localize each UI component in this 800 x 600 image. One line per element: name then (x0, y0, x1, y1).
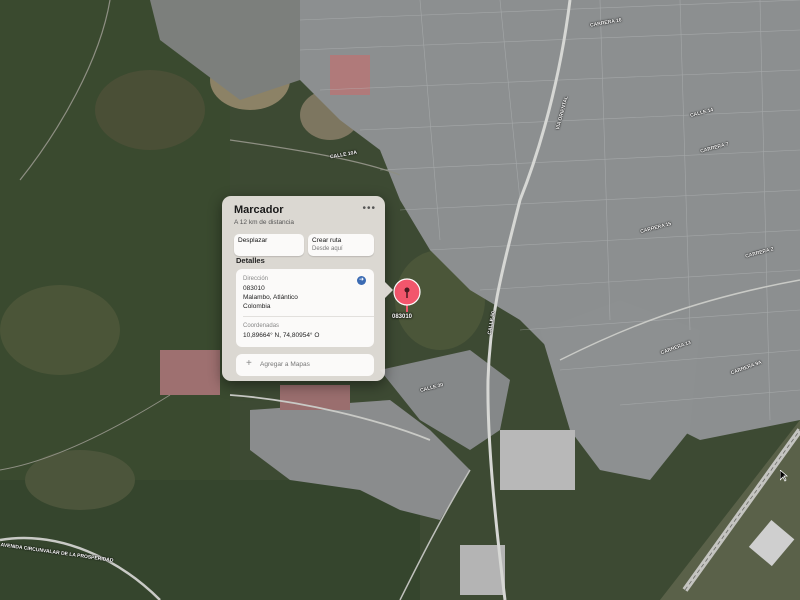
card-divider (243, 316, 374, 317)
popup-title: Marcador (234, 204, 284, 216)
mouse-cursor-icon (780, 470, 788, 482)
ellipsis-icon[interactable]: ••• (362, 203, 376, 214)
map-warehouse-block (500, 430, 575, 490)
create-route-sublabel: Desde aquí (312, 246, 343, 252)
map-urban-area (160, 350, 220, 395)
map-field (0, 285, 120, 375)
plus-icon: + (246, 358, 252, 369)
address-line-2: Malambo, Atlántico (243, 294, 298, 301)
directions-arrow-icon[interactable]: ➜ (357, 276, 366, 285)
add-to-maps-button[interactable]: + Agregar a Mapas (236, 354, 374, 376)
move-button[interactable]: Desplazar (234, 234, 304, 256)
create-route-button[interactable]: Crear ruta Desde aquí (308, 234, 374, 256)
map-field (95, 70, 205, 150)
create-route-label: Crear ruta (312, 237, 342, 244)
move-button-label: Desplazar (238, 237, 268, 244)
address-line-1: 083010 (243, 285, 265, 292)
coordinates-value: 10,89664° N, 74,80954° O (243, 332, 320, 339)
marker-popup: Marcador ••• A 12 km de distancia Despla… (222, 196, 393, 381)
details-heading: Detalles (236, 256, 265, 265)
address-label: Dirección (243, 276, 269, 282)
add-to-maps-label: Agregar a Mapas (260, 361, 310, 368)
pin-label: 083010 (392, 314, 413, 320)
details-card: Dirección ➜ 083010 Malambo, Atlántico Co… (236, 269, 374, 347)
coordinates-label: Coordenadas (243, 323, 280, 329)
address-line-3: Colombia (243, 303, 271, 310)
popup-distance: A 12 km de distancia (234, 219, 294, 226)
